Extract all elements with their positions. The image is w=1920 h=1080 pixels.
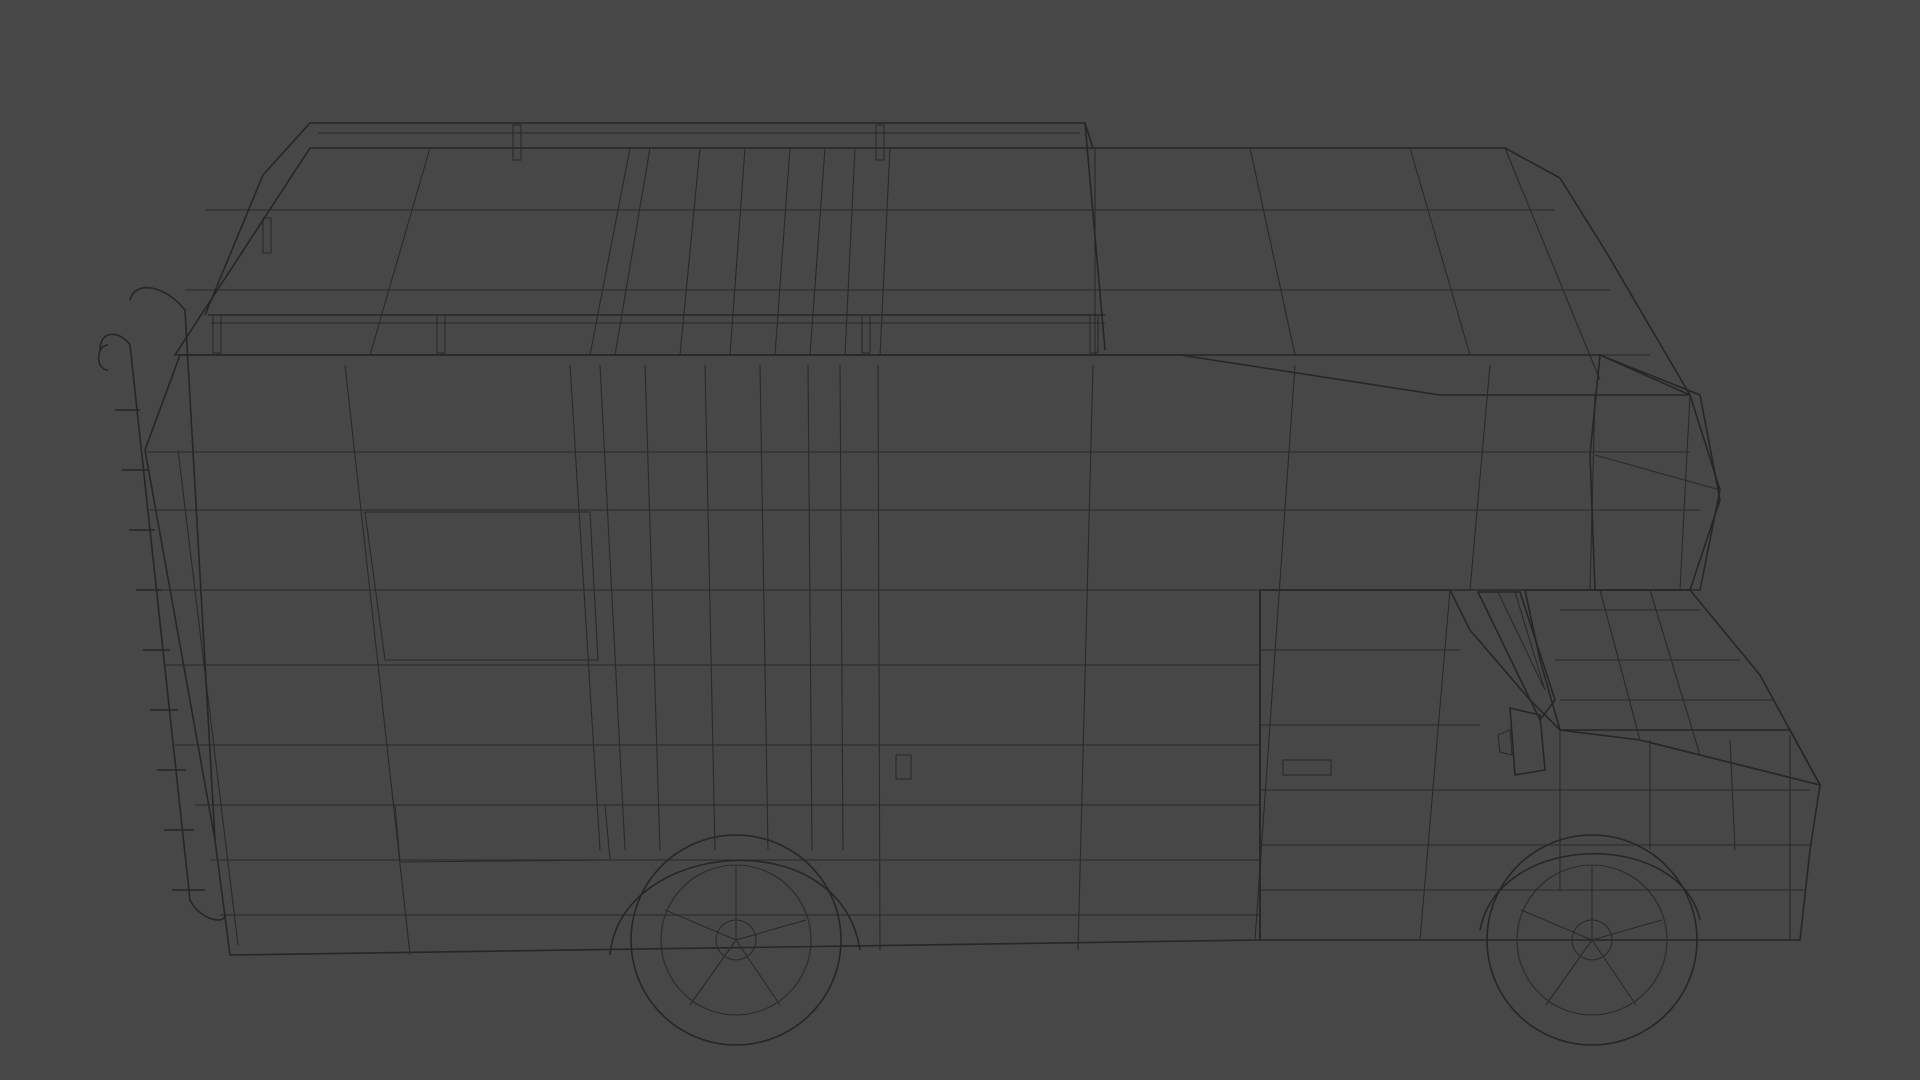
rear-ladder [97,286,226,921]
side-body [144,354,1721,956]
rear-wheel [609,834,861,1046]
side-door-handle [895,754,912,780]
windshield [1476,591,1556,722]
over-cab-alcove [1589,353,1721,591]
3d-viewport[interactable] [0,0,1920,1080]
cab [1259,589,1821,941]
cab-door-handle [1282,759,1332,776]
camper-van-model[interactable] [0,0,1920,1080]
cab-hood [1524,589,1822,787]
door-handles [895,754,1332,780]
side-mirror [1497,706,1546,776]
roof-top [173,147,1692,396]
roof-rack [204,122,1106,354]
